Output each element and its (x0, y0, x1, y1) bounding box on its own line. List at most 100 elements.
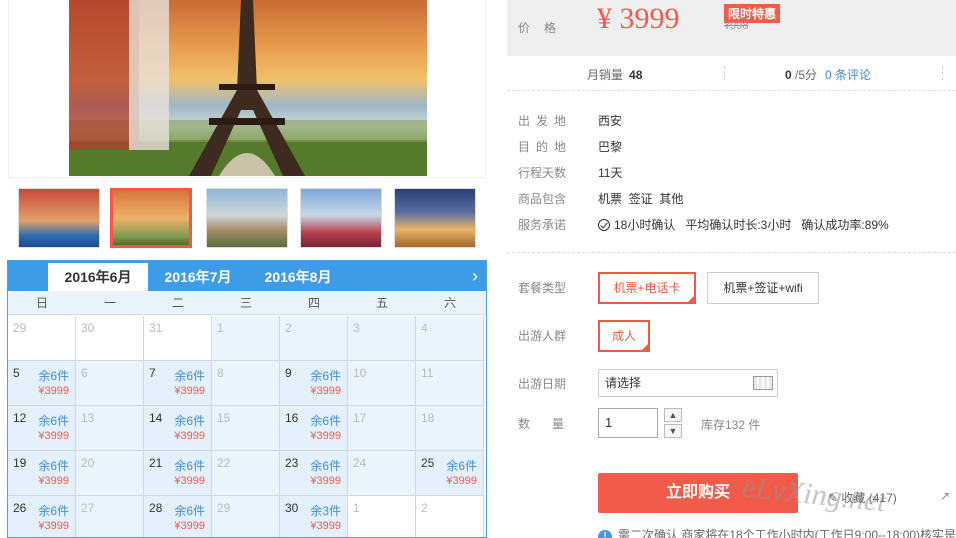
calendar-day: 1 (212, 316, 280, 361)
calendar-day: 27 (76, 496, 144, 537)
original-price: ¥998 (724, 20, 749, 32)
tab-month-july[interactable]: 2016年7月 (153, 263, 243, 291)
package-option-flight-visa-wifi[interactable]: 机票+签证+wifi (707, 272, 819, 304)
calendar-day[interactable]: 19 余6件 ¥3999 (8, 451, 76, 496)
share-icon[interactable]: ↗ (940, 489, 950, 503)
rating-value: 0 (785, 68, 792, 82)
day-number: 20 (81, 456, 95, 470)
day-stock: 余6件 (38, 504, 69, 518)
calendar-day: 2 (280, 316, 348, 361)
calendar-day[interactable]: 25 余6件 ¥3999 (416, 451, 484, 496)
main-photo[interactable] (69, 0, 427, 176)
day-number: 21 (149, 456, 163, 470)
favorite-icon: ✎ (828, 491, 839, 505)
favorite-label: 收藏 (417) (841, 491, 897, 505)
calendar-day: 2 (416, 496, 484, 537)
next-month-icon[interactable]: › (472, 263, 478, 289)
day-number: 3 (353, 321, 360, 335)
calendar-day: 22 (212, 451, 280, 496)
day-stock: 余6件 (174, 504, 205, 518)
calendar-day: 29 (212, 496, 280, 537)
day-price: ¥3999 (310, 520, 341, 532)
calendar-month-tabs: 2016年6月 2016年7月 2016年8月 › (8, 261, 486, 291)
info-key: 目的地 (518, 140, 573, 154)
info-value: 西安 (598, 114, 623, 128)
info-key: 行程天数 (518, 166, 567, 180)
calendar-day: 1 (348, 496, 416, 537)
day-number: 13 (81, 411, 95, 425)
info-value: 11天 (598, 166, 623, 180)
calendar-day[interactable]: 9 余6件 ¥3999 (280, 361, 348, 406)
package-option-flight-simcard[interactable]: 机票+电话卡 (598, 272, 696, 304)
day-number: 24 (353, 456, 367, 470)
quantity-input[interactable]: 1 (598, 408, 658, 438)
day-number: 1 (353, 501, 360, 515)
weekday-label: 五 (375, 296, 388, 310)
day-stock: 余3件 (310, 504, 341, 518)
stats-divider (724, 66, 725, 80)
calendar-day: 17 (348, 406, 416, 451)
day-number: 14 (149, 411, 163, 425)
calendar-day: 24 (348, 451, 416, 496)
quantity-up-icon[interactable]: ▲ (664, 408, 682, 422)
weekday-label: 六 (443, 296, 456, 310)
day-stock: 余6件 (310, 459, 341, 473)
monthly-sales-value: 48 (629, 68, 643, 82)
calendar-day: 3 (348, 316, 416, 361)
favorite-button[interactable]: ✎ 收藏 (417) (828, 489, 897, 506)
info-key: 出发地 (518, 114, 573, 128)
day-number: 2 (285, 321, 292, 335)
calendar-day[interactable]: 23 余6件 ¥3999 (280, 451, 348, 496)
calendar-icon[interactable] (753, 376, 773, 390)
calendar-day[interactable]: 16 余6件 ¥3999 (280, 406, 348, 451)
tab-month-august[interactable]: 2016年8月 (253, 263, 343, 291)
calendar-day[interactable]: 12 余6件 ¥3999 (8, 406, 76, 451)
travel-date-input[interactable]: 请选择 (598, 369, 778, 397)
day-number: 26 (13, 501, 27, 515)
day-stock: 余6件 (446, 459, 477, 473)
calendar-day[interactable]: 28 余6件 ¥3999 (144, 496, 212, 537)
day-stock: 余6件 (174, 414, 205, 428)
weekday-label: 日 (35, 296, 48, 310)
thumbnail-eiffel-blossom[interactable] (300, 188, 382, 248)
stock-count: 库存132 件 (701, 418, 761, 432)
day-number: 22 (217, 456, 231, 470)
day-price: ¥3999 (38, 430, 69, 442)
thumbnail-chateau[interactable] (206, 188, 288, 248)
day-number: 30 (81, 321, 95, 335)
package-label: 套餐类型 (518, 281, 567, 295)
calendar-day[interactable]: 14 余6件 ¥3999 (144, 406, 212, 451)
calendar-day[interactable]: 7 余6件 ¥3999 (144, 361, 212, 406)
group-option-adult[interactable]: 成人 (598, 320, 650, 352)
service-promise: 18小时确认 平均确认时长:3小时 确认成功率:89% (598, 216, 938, 233)
calendar-day: 31 (144, 316, 212, 361)
day-number: 5 (13, 366, 20, 380)
calendar-day[interactable]: 26 余6件 ¥3999 (8, 496, 76, 537)
day-number: 15 (217, 411, 231, 425)
calendar-day: 29 (8, 316, 76, 361)
main-photo-frame (8, 0, 486, 178)
thumbnail-eiffel-promo[interactable] (18, 188, 100, 248)
day-price: ¥3999 (174, 475, 205, 487)
day-number: 6 (81, 366, 88, 380)
tab-month-june[interactable]: 2016年6月 (48, 263, 148, 291)
reviews-link[interactable]: 0 条评论 (825, 68, 871, 82)
thumbnail-eiffel-sunset[interactable] (110, 188, 192, 248)
day-price: ¥3999 (174, 430, 205, 442)
weekday-label: 一 (103, 296, 116, 310)
date-label: 出游日期 (518, 377, 567, 391)
calendar-day[interactable]: 21 余6件 ¥3999 (144, 451, 212, 496)
thumbnail-arc-de-triomphe[interactable] (394, 188, 476, 248)
calendar-day[interactable]: 30 余3件 ¥3999 (280, 496, 348, 537)
day-price: ¥3999 (174, 520, 205, 532)
day-price: ¥3999 (446, 475, 477, 487)
confirmation-notice: ! 需二次确认 商家将在18个工作小时内(工作日9:00--18:00)核实是否有… (598, 526, 956, 538)
sales-stats: 月销量 48 0 /5分 0 条评论 (507, 56, 956, 91)
calendar-day: 10 (348, 361, 416, 406)
calendar-day: 13 (76, 406, 144, 451)
departure-calendar: 2016年6月 2016年7月 2016年8月 › 日一二三四五六 29 30 31… (7, 260, 487, 538)
calendar-day[interactable]: 5 余6件 ¥3999 (8, 361, 76, 406)
quantity-down-icon[interactable]: ▼ (664, 424, 682, 438)
day-price: ¥3999 (38, 475, 69, 487)
weekday-header: 日一二三四五六 (8, 291, 486, 315)
